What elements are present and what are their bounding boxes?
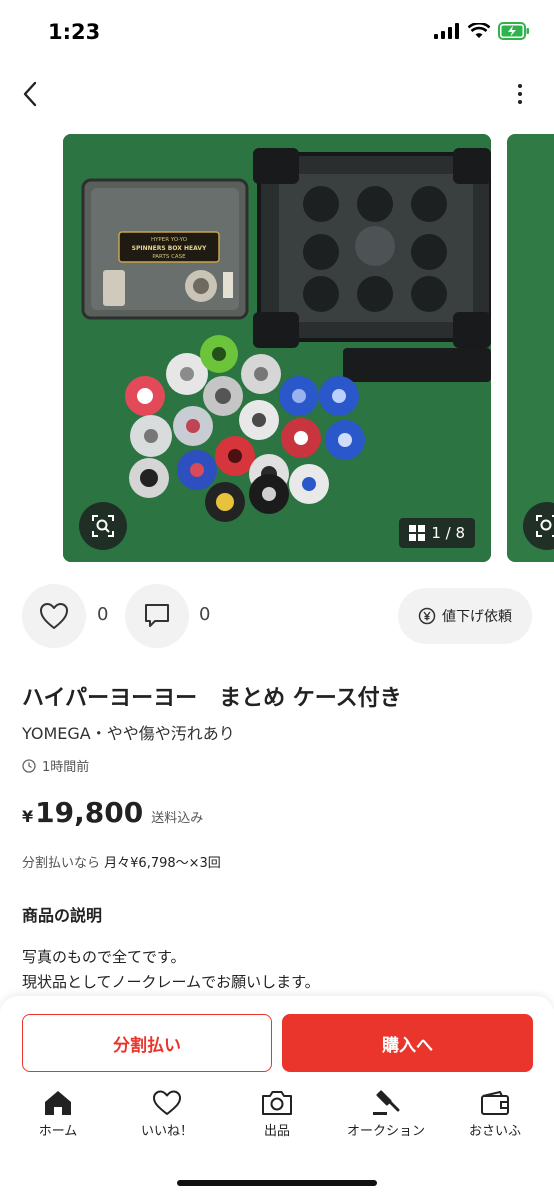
photo-gallery[interactable]: HYPER YO-YO SPINNERS BOX HEAVY PARTS CAS… — [0, 134, 554, 562]
tab-label: 出品 — [263, 1124, 290, 1139]
comment-button[interactable] — [125, 584, 189, 648]
engagement-row: 0 0 値下げ依頼 — [0, 584, 554, 648]
gavel-icon — [373, 1090, 400, 1115]
yen-circle-icon — [418, 607, 436, 625]
lens-search-icon — [92, 515, 114, 537]
more-options-button[interactable] — [508, 78, 532, 110]
price-down-label: 値下げ依頼 — [442, 609, 512, 625]
tab-auction[interactable]: オークション — [331, 1090, 441, 1139]
tab-wallet[interactable]: おさいふ — [440, 1090, 550, 1139]
price: 19,800 — [35, 796, 144, 829]
case-lid-text: PARTS CASE — [152, 254, 186, 260]
tab-label: ホーム — [38, 1124, 78, 1139]
home-indicator — [177, 1180, 377, 1186]
signal-icon — [434, 23, 459, 39]
item-title: ハイパーヨーヨー まとめ ケース付き — [22, 686, 402, 711]
heart-icon — [40, 603, 68, 629]
installment-prefix: 分割払いなら — [22, 856, 101, 871]
tab-likes[interactable]: いいね！ — [112, 1090, 222, 1139]
next-photo-preview[interactable] — [507, 134, 554, 562]
description-heading: 商品の説明 — [22, 906, 103, 925]
photo-counter: 1 / 8 — [399, 518, 475, 548]
dot — [518, 92, 522, 96]
posted-time-text: 1時間前 — [42, 760, 90, 775]
chevron-left-icon — [23, 81, 37, 107]
price-down-request-button[interactable]: 値下げ依頼 — [398, 588, 532, 644]
tab-label: オークション — [346, 1124, 425, 1139]
clock-icon — [22, 758, 36, 773]
bottom-panel: 分割払い 購入へ ホーム いいね！ 出品 オークション おさいふ — [0, 996, 554, 1199]
like-count: 0 — [97, 604, 109, 625]
split-payment-button[interactable]: 分割払い — [22, 1014, 272, 1072]
wifi-icon — [468, 23, 490, 38]
tab-home[interactable]: ホーム — [3, 1090, 113, 1139]
product-photo[interactable]: HYPER YO-YO SPINNERS BOX HEAVY PARTS CAS… — [63, 134, 491, 562]
photo-counter-text: 1 / 8 — [431, 524, 465, 542]
case-lid-text: SPINNERS BOX HEAVY — [132, 245, 207, 252]
tab-bar: ホーム いいね！ 出品 オークション おさいふ — [0, 1090, 554, 1150]
heart-icon — [153, 1090, 181, 1115]
installment-info: 分割払いなら 月々¥6,798～×3回 — [22, 852, 221, 871]
price-row: ¥ 19,800 送料込み — [22, 796, 203, 829]
currency-symbol: ¥ — [22, 807, 34, 826]
home-icon — [45, 1091, 71, 1115]
tab-label: おさいふ — [468, 1124, 521, 1139]
product-photo-image: HYPER YO-YO SPINNERS BOX HEAVY PARTS CAS… — [63, 134, 491, 562]
back-button[interactable] — [14, 78, 46, 110]
shipping-label: 送料込み — [151, 811, 204, 826]
like-button[interactable] — [22, 584, 86, 648]
buy-button[interactable]: 購入へ — [282, 1014, 533, 1072]
case-lid-text: HYPER YO-YO — [151, 237, 188, 243]
description-text: 写真のもので全てです。 — [22, 948, 186, 966]
comment-icon — [145, 604, 169, 627]
status-bar: 1:23 — [0, 0, 554, 64]
status-icons — [434, 22, 530, 40]
status-time: 1:23 — [48, 20, 101, 44]
nav-bar — [0, 70, 554, 118]
posted-time: 1時間前 — [22, 756, 89, 775]
tab-label: いいね！ — [140, 1124, 193, 1139]
comment-count: 0 — [199, 604, 211, 625]
description-text: 現状品としてノークレームでお願いします。 — [22, 973, 320, 991]
grid-icon — [409, 525, 426, 541]
tab-sell[interactable]: 出品 — [222, 1090, 332, 1139]
camera-icon — [262, 1091, 292, 1115]
image-search-button[interactable] — [79, 502, 127, 550]
battery-charging-icon — [498, 22, 529, 40]
dot — [518, 100, 522, 104]
lens-search-icon — [536, 515, 554, 537]
item-brand-condition: YOMEGA・やや傷や汚れあり — [22, 724, 235, 743]
dot — [518, 84, 522, 88]
image-search-button-next[interactable] — [523, 502, 554, 550]
wallet-icon — [481, 1091, 509, 1115]
installment-value: 月々¥6,798～×3回 — [104, 856, 221, 871]
